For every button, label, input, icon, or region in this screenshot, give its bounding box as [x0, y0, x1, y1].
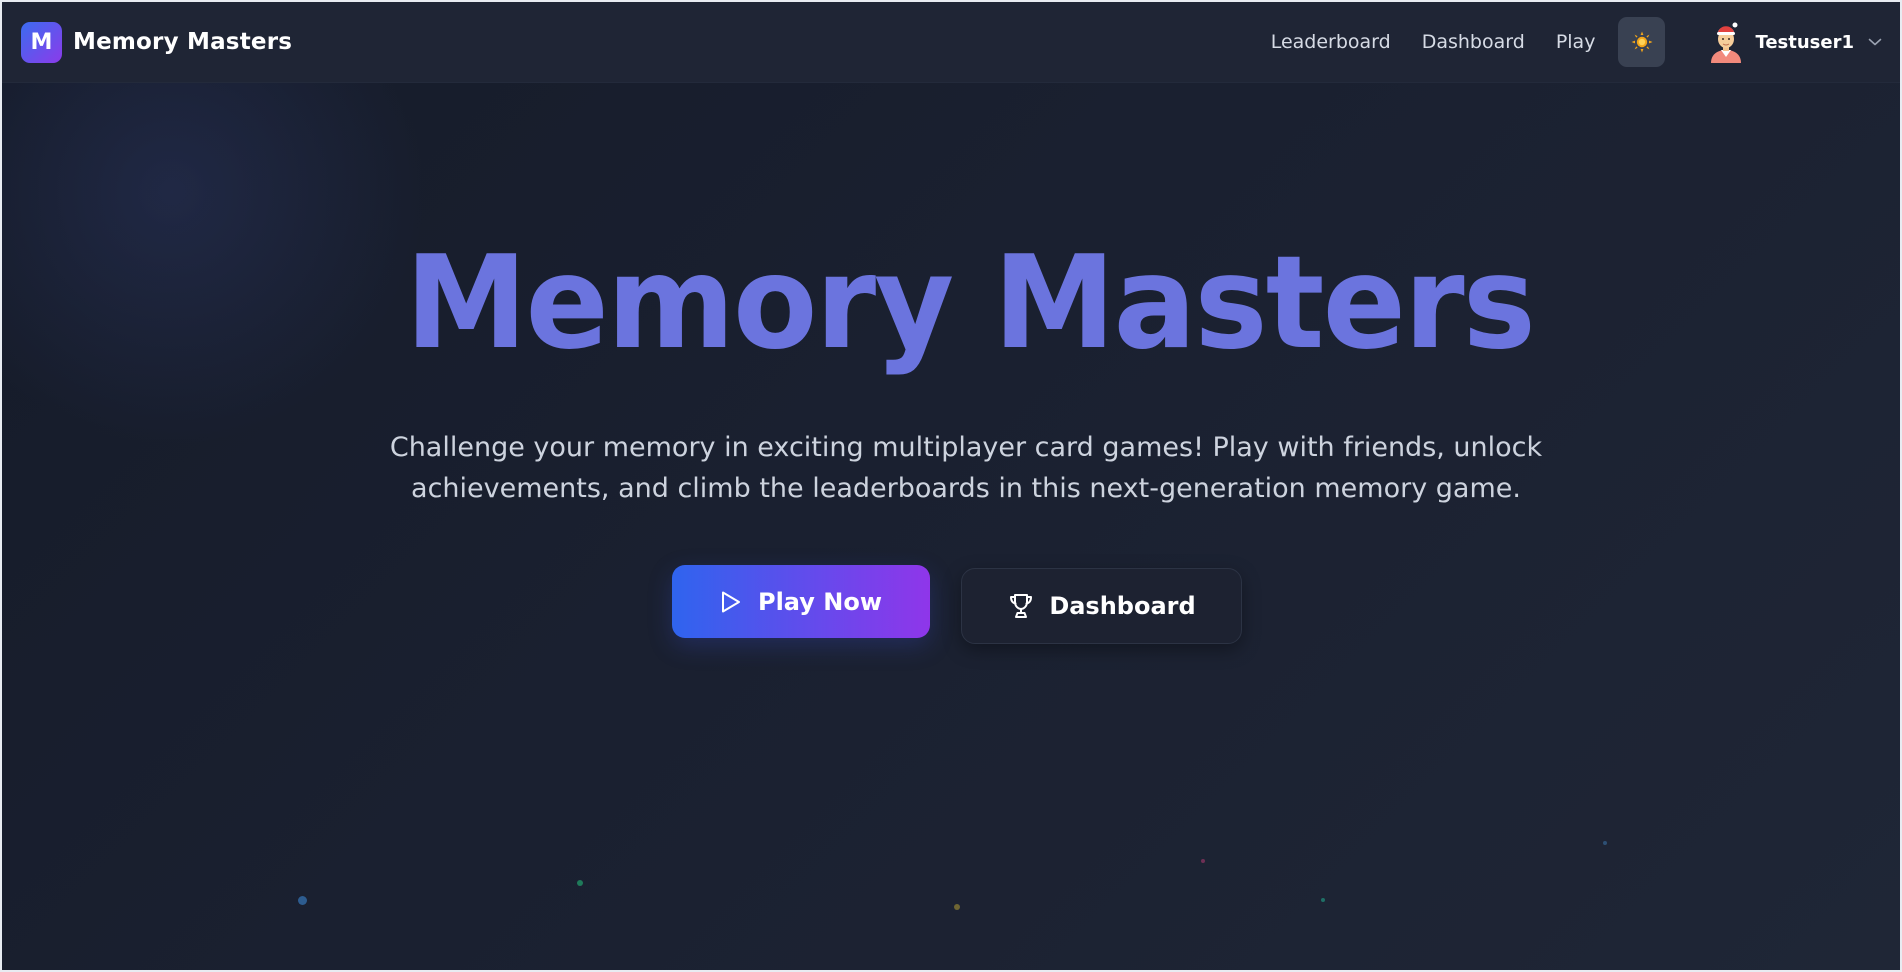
nav-link-dashboard[interactable]: Dashboard — [1422, 31, 1525, 53]
theme-toggle-button[interactable] — [1618, 17, 1666, 67]
brand-logo: M — [21, 21, 62, 63]
username: Testuser1 — [1755, 31, 1854, 53]
trophy-icon — [1010, 594, 1033, 618]
particle-dot — [298, 896, 307, 905]
hero-subtitle-line-2: achievements, and climb the leaderboards… — [411, 473, 1521, 504]
play-icon — [721, 591, 740, 612]
particle-dot — [1321, 898, 1325, 902]
play-now-button[interactable]: Play Now — [672, 565, 930, 638]
particle-dot — [1603, 841, 1607, 845]
nav-link-leaderboard[interactable]: Leaderboard — [1271, 31, 1391, 53]
brand[interactable]: M Memory Masters — [21, 21, 293, 63]
chevron-down-icon — [1868, 38, 1882, 46]
brand-name: Memory Masters — [73, 29, 293, 55]
dashboard-button-label: Dashboard — [1049, 592, 1196, 620]
particle-dot — [954, 904, 960, 910]
play-now-label: Play Now — [757, 587, 883, 616]
sun-icon — [1631, 31, 1653, 53]
nav-right: Leaderboard Dashboard Play Testuser1 — [1271, 17, 1882, 67]
avatar-icon — [1711, 22, 1742, 63]
hero-subtitle-line-1: Challenge your memory in exciting multip… — [389, 432, 1543, 463]
nav-link-play[interactable]: Play — [1556, 31, 1596, 53]
user-menu[interactable]: Testuser1 — [1707, 21, 1882, 63]
cta-row: Play Now Dashboard — [672, 565, 1242, 644]
page: M Memory Masters Leaderboard Dashboard P… — [0, 0, 1902, 972]
hero-title: Memory Masters — [405, 229, 1536, 378]
hero-subtitle: Challenge your memory in exciting multip… — [2, 427, 1900, 509]
navbar: M Memory Masters Leaderboard Dashboard P… — [2, 2, 1900, 83]
particle-dot — [577, 880, 583, 886]
dashboard-button[interactable]: Dashboard — [961, 568, 1242, 644]
particle-dot — [1201, 859, 1205, 863]
